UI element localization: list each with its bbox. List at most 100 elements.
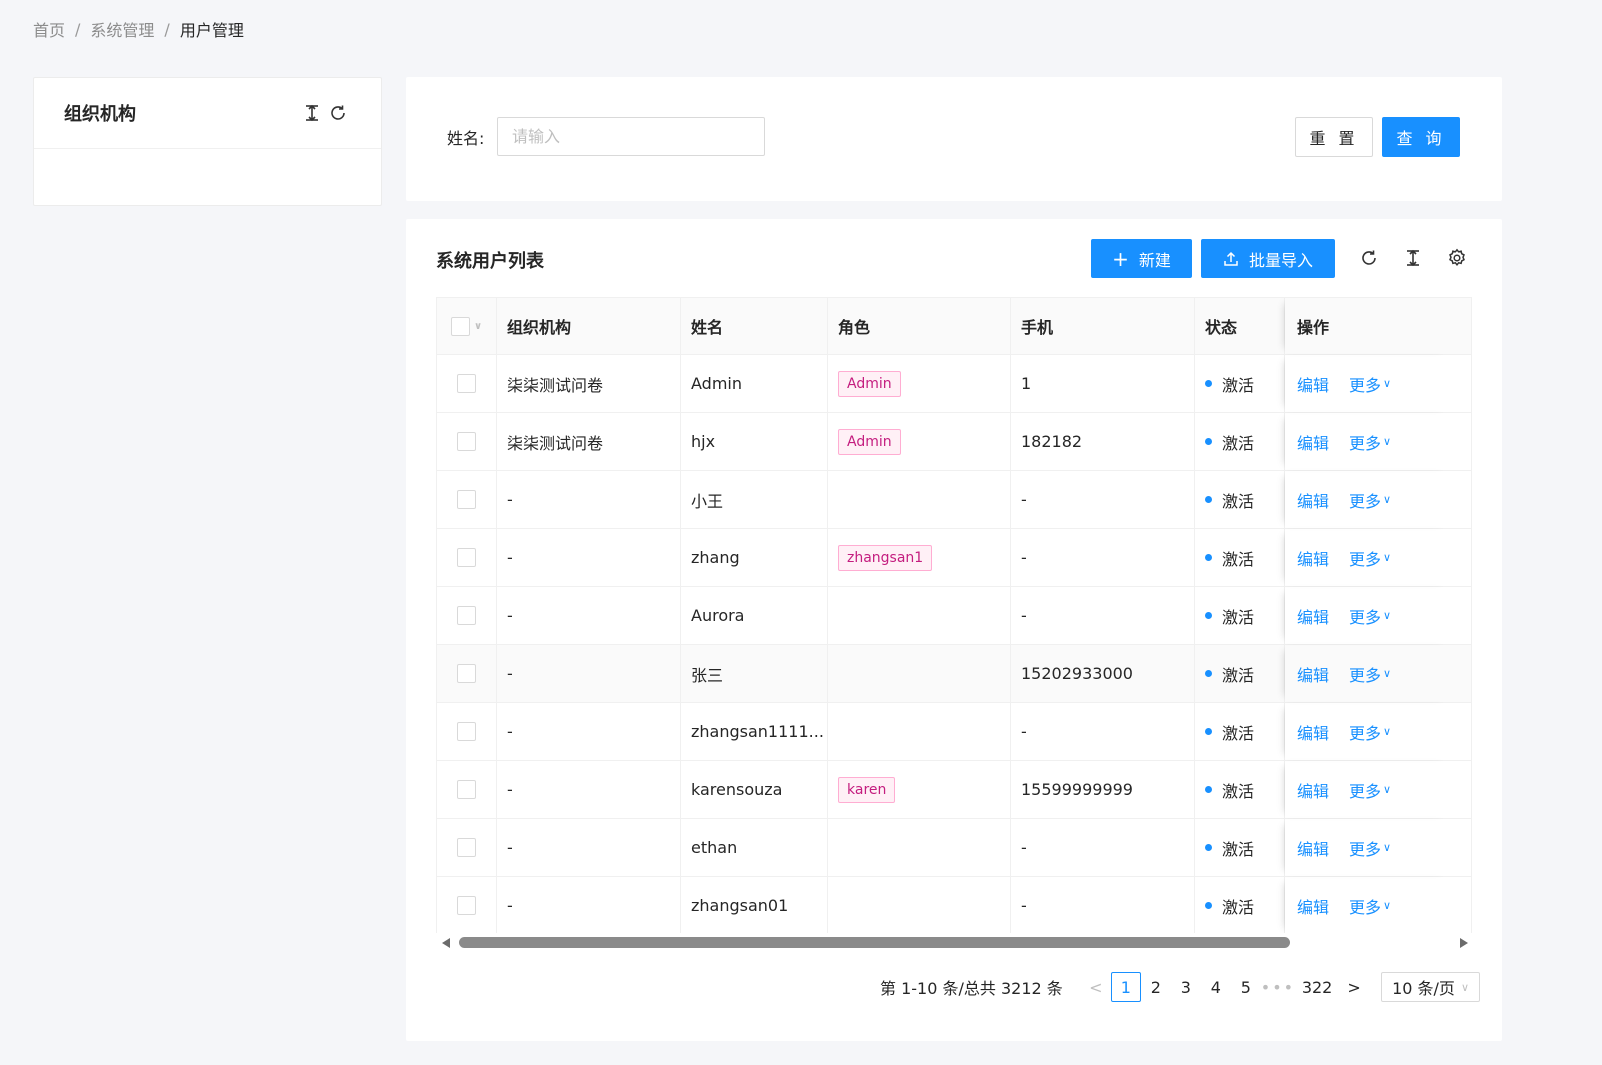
table-row: - ethan - 激活 编辑 更多 ∨ [437, 819, 1471, 877]
row-checkbox[interactable] [457, 896, 476, 915]
scroll-right-icon[interactable] [1460, 938, 1468, 948]
name-cell: 小王 [681, 471, 828, 528]
reset-button[interactable]: 重 置 [1295, 117, 1373, 157]
chevron-down-icon[interactable]: ∨ [474, 321, 482, 332]
page-4[interactable]: 4 [1201, 972, 1231, 1002]
operation-cell: 编辑 更多 ∨ [1285, 819, 1453, 876]
role-tag: Admin [838, 370, 901, 397]
query-button[interactable]: 查 询 [1382, 117, 1460, 157]
user-list-title: 系统用户列表 [436, 251, 544, 272]
status-text: 激活 [1222, 723, 1255, 743]
reload-icon[interactable] [1356, 245, 1382, 271]
upload-icon [1223, 251, 1239, 267]
chevron-down-icon: ∨ [1383, 783, 1392, 796]
new-user-button[interactable]: + 新建 [1091, 239, 1192, 278]
more-dropdown[interactable]: 更多 ∨ [1349, 430, 1391, 454]
column-header-operation: 操作 [1285, 298, 1453, 354]
page-size-select[interactable]: 10 条/页 ∨ [1381, 972, 1481, 1002]
role-cell [828, 703, 1011, 760]
row-checkbox[interactable] [457, 432, 476, 451]
edit-link[interactable]: 编辑 [1297, 662, 1329, 686]
chevron-down-icon: ∨ [1383, 377, 1392, 390]
status-cell: 激活 [1195, 471, 1285, 528]
table-row: - zhangsan01 - 激活 编辑 更多 ∨ [437, 877, 1471, 933]
row-checkbox[interactable] [457, 490, 476, 509]
status-dot-icon [1205, 438, 1212, 445]
org-cell: - [497, 587, 681, 644]
vertical-align-middle-icon[interactable] [299, 100, 325, 126]
row-checkbox[interactable] [457, 780, 476, 799]
new-user-button-label: 新建 [1138, 250, 1171, 270]
pagination-ellipsis[interactable]: ••• [1261, 972, 1295, 1002]
name-search-input[interactable] [497, 117, 765, 156]
page-3[interactable]: 3 [1171, 972, 1201, 1002]
role-cell [828, 819, 1011, 876]
edit-link[interactable]: 编辑 [1297, 894, 1329, 918]
operation-cell: 编辑 更多 ∨ [1285, 703, 1453, 760]
prev-page-button[interactable]: < [1081, 972, 1111, 1002]
row-select-cell [437, 703, 497, 760]
role-tag: Admin [838, 428, 901, 455]
more-dropdown[interactable]: 更多 ∨ [1349, 546, 1391, 570]
reload-icon[interactable] [325, 100, 351, 126]
row-checkbox[interactable] [457, 374, 476, 393]
row-checkbox[interactable] [457, 838, 476, 857]
edit-link[interactable]: 编辑 [1297, 372, 1329, 396]
row-checkbox[interactable] [457, 722, 476, 741]
status-cell: 激活 [1195, 703, 1285, 760]
operation-cell: 编辑 更多 ∨ [1285, 761, 1453, 818]
edit-link[interactable]: 编辑 [1297, 546, 1329, 570]
row-checkbox[interactable] [457, 606, 476, 625]
status-cell: 激活 [1195, 819, 1285, 876]
batch-import-button[interactable]: 批量导入 [1201, 239, 1335, 278]
page-2[interactable]: 2 [1141, 972, 1171, 1002]
org-panel: 组织机构 [33, 77, 382, 206]
breadcrumb-system[interactable]: 系统管理 [90, 17, 154, 41]
chevron-down-icon: ∨ [1383, 725, 1392, 738]
row-checkbox[interactable] [457, 548, 476, 567]
scroll-left-icon[interactable] [442, 938, 450, 948]
select-all-checkbox[interactable] [450, 316, 470, 336]
edit-link[interactable]: 编辑 [1297, 778, 1329, 802]
more-dropdown[interactable]: 更多 ∨ [1349, 894, 1391, 918]
org-panel-title: 组织机构 [64, 104, 136, 125]
role-cell [828, 587, 1011, 644]
next-page-button[interactable]: > [1339, 972, 1369, 1002]
page-last[interactable]: 322 [1295, 972, 1339, 1002]
more-dropdown[interactable]: 更多 ∨ [1349, 662, 1391, 686]
operation-cell: 编辑 更多 ∨ [1285, 355, 1453, 412]
status-cell: 激活 [1195, 413, 1285, 470]
status-text: 激活 [1222, 433, 1255, 453]
name-cell: 张三 [681, 645, 828, 702]
gear-icon[interactable] [1444, 245, 1470, 271]
more-dropdown[interactable]: 更多 ∨ [1349, 720, 1391, 744]
edit-link[interactable]: 编辑 [1297, 720, 1329, 744]
more-dropdown[interactable]: 更多 ∨ [1349, 488, 1391, 512]
edit-link[interactable]: 编辑 [1297, 836, 1329, 860]
row-select-cell [437, 413, 497, 470]
status-text: 激活 [1222, 375, 1255, 395]
page-1[interactable]: 1 [1110, 972, 1141, 1002]
operation-cell: 编辑 更多 ∨ [1285, 529, 1453, 586]
more-dropdown[interactable]: 更多 ∨ [1349, 836, 1391, 860]
edit-link[interactable]: 编辑 [1297, 430, 1329, 454]
edit-link[interactable]: 编辑 [1297, 488, 1329, 512]
more-dropdown[interactable]: 更多 ∨ [1349, 372, 1391, 396]
page-5[interactable]: 5 [1231, 972, 1261, 1002]
more-label: 更多 [1349, 839, 1382, 859]
edit-link[interactable]: 编辑 [1297, 604, 1329, 628]
chevron-down-icon: ∨ [1383, 899, 1392, 912]
scrollbar-thumb[interactable] [459, 937, 1290, 948]
phone-cell: 15202933000 [1011, 645, 1195, 702]
column-header-org: 组织机构 [497, 298, 681, 354]
vertical-align-middle-icon[interactable] [1400, 245, 1426, 271]
table-row: - zhangsan1111... - 激活 编辑 更多 ∨ [437, 703, 1471, 761]
row-checkbox[interactable] [457, 664, 476, 683]
row-select-cell [437, 355, 497, 412]
name-cell: ethan [681, 819, 828, 876]
user-table: ∨ 组织机构 姓名 角色 手机 状态 操作 柒柒测试问卷 Admin Admin… [436, 297, 1472, 933]
more-dropdown[interactable]: 更多 ∨ [1349, 604, 1391, 628]
horizontal-scrollbar[interactable] [442, 937, 1468, 949]
more-dropdown[interactable]: 更多 ∨ [1349, 778, 1391, 802]
breadcrumb-home[interactable]: 首页 [33, 17, 65, 41]
